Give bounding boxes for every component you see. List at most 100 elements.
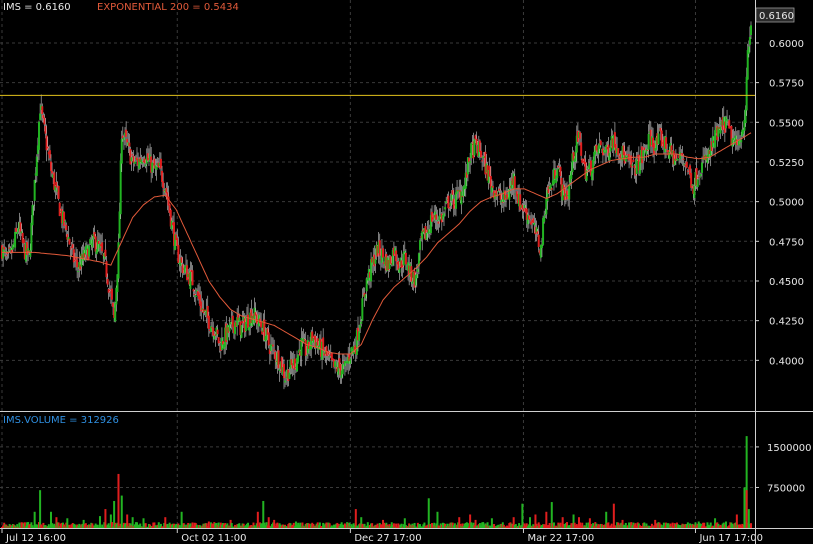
price-candle — [557, 165, 560, 168]
price-candle — [316, 338, 319, 346]
price-candle — [696, 179, 699, 188]
price-candle — [104, 249, 107, 257]
price-candle — [15, 227, 18, 232]
price-candle — [481, 160, 484, 162]
price-candle — [470, 143, 473, 158]
price-candle — [448, 207, 451, 209]
time-tick-label: Mar 22 17:00 — [527, 533, 594, 544]
price-candle — [523, 205, 526, 208]
price-candle — [425, 232, 428, 240]
price-candle — [16, 231, 19, 234]
price-candle — [473, 139, 476, 156]
price-candle — [161, 170, 164, 182]
price-candle — [701, 162, 704, 173]
price-candle — [274, 351, 277, 360]
price-candle — [415, 274, 418, 279]
price-candle — [451, 190, 454, 195]
price-candle — [247, 314, 250, 328]
price-candle — [642, 150, 645, 160]
price-candle — [64, 221, 67, 223]
price-candle — [22, 239, 25, 244]
price-candle — [668, 151, 671, 159]
time-tick-label: Oct 02 11:00 — [181, 533, 246, 544]
price-candle — [303, 339, 306, 341]
price-candle — [568, 184, 571, 200]
price-candle — [41, 106, 44, 115]
price-tick-label: 0.5000 — [769, 198, 804, 209]
volume-bar — [745, 490, 748, 528]
price-candle — [442, 213, 445, 217]
price-candle — [724, 116, 727, 129]
price-candle — [88, 245, 91, 257]
price-candle — [17, 228, 20, 232]
volume-series-label: IMS.VOLUME = 312926 — [3, 415, 119, 426]
price-candle — [11, 244, 14, 250]
price-candle — [297, 354, 300, 362]
price-candle — [580, 142, 583, 156]
price-tick-label: 0.4250 — [769, 317, 804, 328]
price-candle — [427, 229, 430, 234]
price-candle — [570, 171, 573, 179]
last-price-label: 0.6160 — [759, 11, 794, 22]
price-candle — [260, 322, 263, 328]
price-candle — [542, 217, 545, 245]
price-candle — [744, 109, 747, 124]
price-candle — [229, 321, 232, 325]
price-candle — [32, 204, 35, 206]
price-candle — [444, 207, 447, 210]
price-candle — [748, 37, 751, 45]
price-candle — [491, 186, 494, 188]
price-candle — [374, 258, 377, 264]
price-candle — [44, 126, 47, 134]
price-candle — [65, 224, 68, 231]
price-candle — [586, 167, 589, 169]
price-candle — [403, 250, 406, 253]
price-candle — [478, 140, 481, 152]
price-candle — [322, 337, 325, 351]
volume-bar — [750, 523, 752, 528]
price-candle — [421, 230, 424, 240]
price-candle — [38, 121, 41, 150]
price-candle — [739, 144, 742, 146]
price-candle — [267, 332, 270, 346]
price-candle — [241, 320, 244, 324]
price-candle — [141, 162, 144, 164]
price-candle — [416, 269, 419, 272]
price-candle — [112, 302, 115, 307]
price-candle — [29, 250, 32, 257]
price-candle — [404, 252, 407, 265]
price-candle — [643, 147, 646, 150]
price-candle — [747, 46, 750, 54]
price-candle — [450, 194, 453, 201]
price-candle — [335, 365, 338, 367]
price-candle — [449, 202, 452, 206]
volume-tick-label: 750000 — [767, 483, 805, 494]
price-candle — [633, 165, 636, 168]
price-candle — [685, 161, 688, 168]
price-candle — [657, 133, 660, 144]
price-candle — [328, 356, 331, 358]
price-candle — [454, 192, 457, 209]
price-candle — [543, 216, 546, 222]
price-series-label: IMS = 0.6160 — [3, 2, 71, 13]
price-candle — [14, 231, 17, 248]
price-candle — [431, 211, 434, 222]
price-candle — [349, 358, 352, 364]
stock-chart: 0.4000 0.4250 0.4500 0.4750 0.5000 0.5250 0.55… — [0, 0, 813, 544]
price-candle — [475, 138, 478, 145]
price-candle — [131, 154, 134, 156]
price-candle — [125, 129, 128, 137]
price-tick-label: 0.6000 — [769, 39, 804, 50]
price-candle — [77, 270, 80, 272]
price-candle — [162, 181, 165, 189]
price-candle — [216, 329, 219, 335]
price-candle — [177, 244, 180, 263]
price-candle — [660, 130, 663, 147]
price-candle — [488, 166, 491, 177]
price-candle — [51, 170, 54, 174]
price-candle — [69, 248, 72, 250]
price-candle — [130, 157, 133, 162]
price-candle — [48, 150, 51, 159]
price-candle — [91, 239, 94, 248]
price-candle — [122, 137, 125, 141]
